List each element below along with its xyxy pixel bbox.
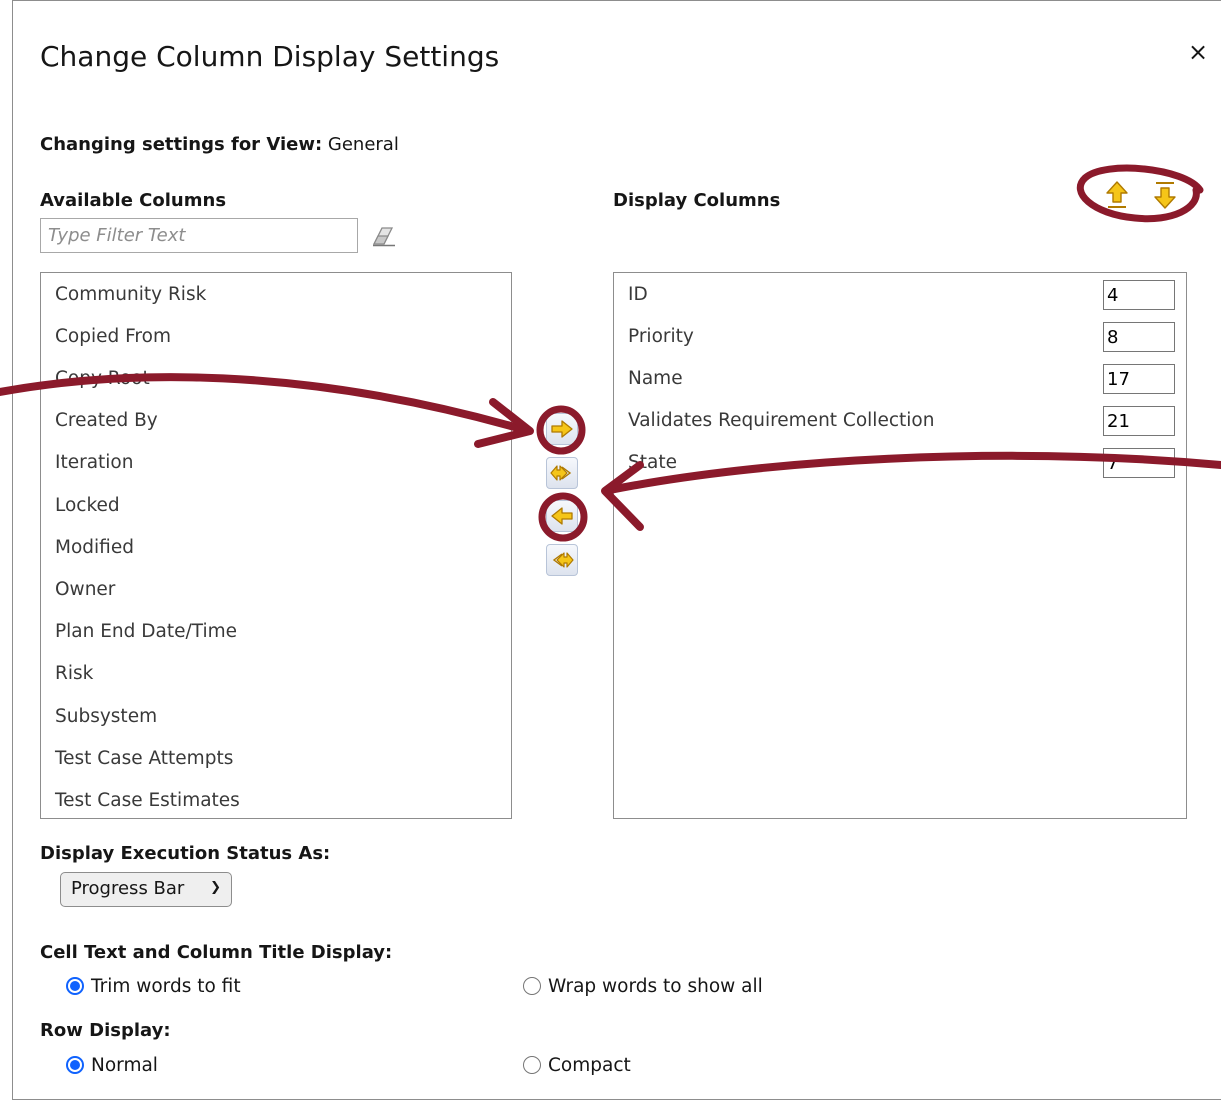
view-name: General xyxy=(327,134,399,155)
view-info: Changing settings for View: General xyxy=(40,134,399,155)
list-item[interactable]: Validates Requirement Collection xyxy=(628,410,934,431)
radio-unselected[interactable] xyxy=(523,977,541,995)
add-all-columns-button[interactable] xyxy=(546,457,578,489)
wrap-words-option[interactable]: Wrap words to show all xyxy=(523,976,763,997)
execution-status-select[interactable]: Progress Bar ❯ xyxy=(60,872,232,907)
column-width-input[interactable] xyxy=(1103,364,1175,394)
list-item[interactable]: Iteration xyxy=(55,452,133,473)
list-item[interactable]: Name xyxy=(628,368,683,389)
eraser-icon[interactable] xyxy=(370,222,398,248)
radio-selected[interactable] xyxy=(66,977,84,995)
column-width-input[interactable] xyxy=(1103,448,1175,478)
column-width-input[interactable] xyxy=(1103,322,1175,352)
list-item[interactable]: Subsystem xyxy=(55,706,157,727)
list-item[interactable]: State xyxy=(628,452,677,473)
list-item[interactable]: Owner xyxy=(55,579,115,600)
list-item[interactable]: Copy Root xyxy=(55,368,150,389)
list-item[interactable]: Test Case Attempts xyxy=(55,748,233,769)
radio-unselected[interactable] xyxy=(523,1056,541,1074)
dialog-title: Change Column Display Settings xyxy=(40,40,500,73)
list-item[interactable]: Modified xyxy=(55,537,134,558)
filter-input[interactable] xyxy=(40,218,358,253)
available-columns-header: Available Columns xyxy=(40,190,227,211)
wrap-words-label: Wrap words to show all xyxy=(548,976,763,997)
display-columns-list[interactable]: ID Priority Name Validates Requirement C… xyxy=(613,272,1187,819)
remove-all-columns-button[interactable] xyxy=(546,544,578,576)
cell-text-label: Cell Text and Column Title Display: xyxy=(40,942,393,963)
add-column-button[interactable] xyxy=(546,413,578,445)
trim-words-option[interactable]: Trim words to fit xyxy=(66,976,241,997)
list-item[interactable]: Priority xyxy=(628,326,694,347)
execution-status-label: Display Execution Status As: xyxy=(40,843,331,864)
move-down-icon[interactable] xyxy=(1152,180,1178,214)
list-item[interactable]: Risk xyxy=(55,663,93,684)
chevron-down-icon: ❯ xyxy=(210,880,221,895)
view-label: Changing settings for View: xyxy=(40,134,323,155)
list-item[interactable]: Copied From xyxy=(55,326,171,347)
double-arrow-right-icon xyxy=(550,465,572,481)
column-width-input[interactable] xyxy=(1103,406,1175,436)
arrow-right-icon xyxy=(551,420,573,438)
list-item[interactable]: Test Case Estimates xyxy=(55,790,240,811)
column-width-input[interactable] xyxy=(1103,280,1175,310)
normal-option[interactable]: Normal xyxy=(66,1055,158,1076)
compact-label: Compact xyxy=(548,1055,631,1076)
execution-status-value: Progress Bar xyxy=(71,878,185,899)
double-arrow-left-icon xyxy=(552,552,574,568)
available-columns-list[interactable]: Community Risk Copied From Copy Root Cre… xyxy=(40,272,512,819)
list-item[interactable]: Created By xyxy=(55,410,158,431)
close-icon[interactable]: × xyxy=(1188,38,1208,66)
normal-label: Normal xyxy=(91,1055,158,1076)
compact-option[interactable]: Compact xyxy=(523,1055,631,1076)
list-item[interactable]: Community Risk xyxy=(55,284,206,305)
arrow-left-icon xyxy=(551,507,573,525)
list-item[interactable]: Plan End Date/Time xyxy=(55,621,237,642)
list-item[interactable]: Locked xyxy=(55,495,120,516)
trim-words-label: Trim words to fit xyxy=(91,976,241,997)
move-up-icon[interactable] xyxy=(1104,180,1130,214)
row-display-label: Row Display: xyxy=(40,1020,171,1041)
display-columns-header: Display Columns xyxy=(613,190,781,211)
list-item[interactable]: ID xyxy=(628,284,648,305)
radio-selected[interactable] xyxy=(66,1056,84,1074)
remove-column-button[interactable] xyxy=(546,500,578,532)
